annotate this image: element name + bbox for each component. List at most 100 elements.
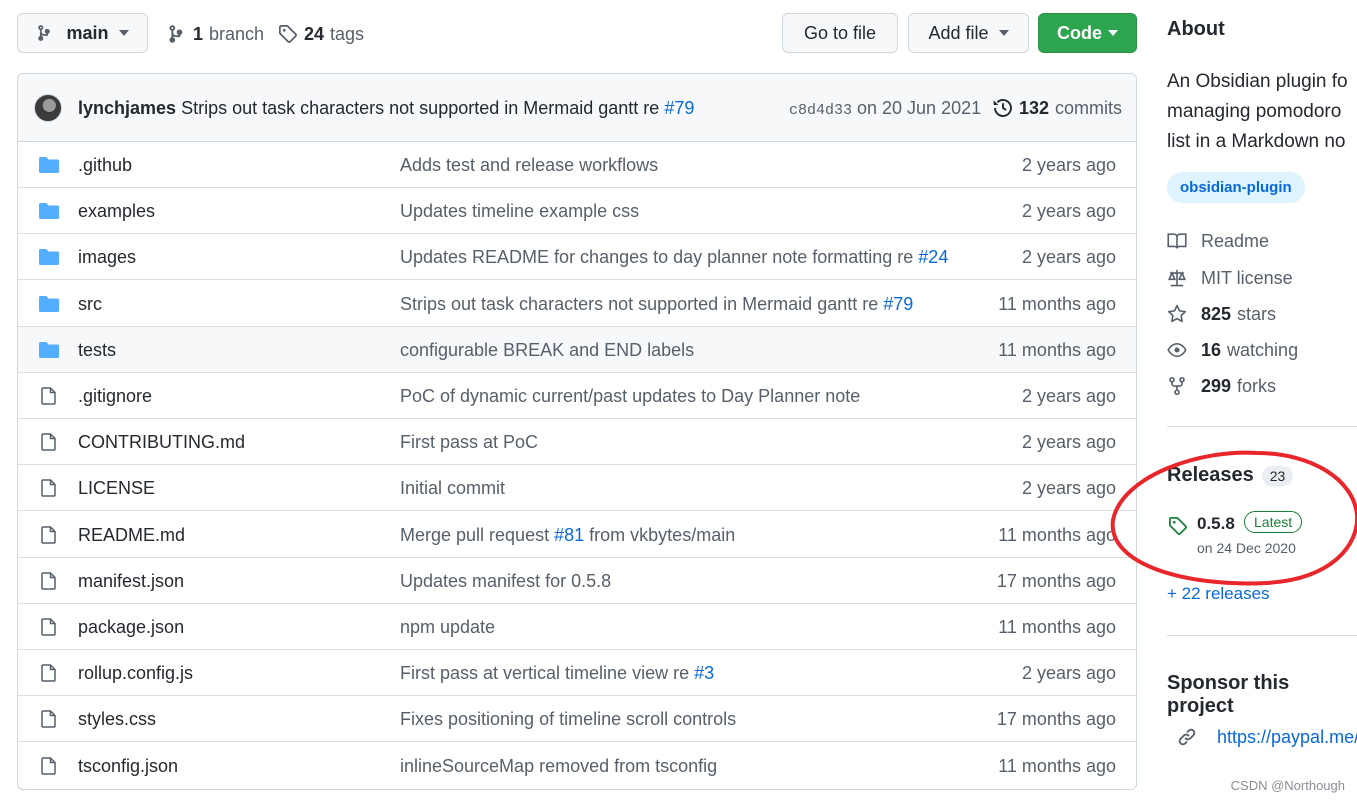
commit-message-text[interactable]: First pass at vertical timeline view re (400, 663, 689, 683)
commit-message[interactable]: Strips out task characters not supported… (400, 294, 913, 315)
commit-message[interactable]: First pass at PoC (400, 432, 538, 453)
commit-message-text[interactable]: Merge pull request (400, 525, 549, 545)
commit-message[interactable]: Updates README for changes to day planne… (400, 247, 948, 268)
file-row[interactable]: styles.css Fixes positioning of timeline … (18, 696, 1136, 743)
commit-message-text[interactable]: First pass at PoC (400, 432, 538, 452)
file-icon (41, 710, 56, 729)
file-row[interactable]: package.json npm update 11 months ago (18, 604, 1136, 650)
tags-link[interactable]: 24 tags (278, 22, 364, 46)
sponsor-link[interactable]: https://paypal.me/ (1217, 727, 1357, 748)
commit-message-text[interactable]: inlineSourceMap removed from tsconfig (400, 756, 717, 776)
commit-message[interactable]: configurable BREAK and END labels (400, 340, 694, 361)
tags-label: tags (330, 23, 365, 44)
commit-message[interactable]: npm update (400, 617, 495, 638)
file-row[interactable]: manifest.json Updates manifest for 0.5.8 1… (18, 558, 1136, 604)
branches-label: branch (209, 23, 265, 44)
commit-age: 2 years ago (1021, 201, 1116, 222)
file-row[interactable]: images Updates README for changes to day … (18, 234, 1136, 281)
file-name[interactable]: .gitignore (78, 386, 152, 407)
commit-message-text[interactable]: Fixes positioning of timeline scroll con… (400, 709, 736, 729)
file-name[interactable]: styles.css (78, 709, 156, 730)
book-icon (1167, 233, 1187, 249)
commit-message[interactable]: Updates manifest for 0.5.8 (400, 571, 611, 592)
commits-link[interactable]: 132 commits (992, 96, 1122, 120)
file-name[interactable]: LICENSE (78, 478, 155, 499)
go-to-file-button[interactable]: Go to file (782, 13, 898, 53)
branch-select-button[interactable]: main (17, 13, 148, 53)
git-branch-icon (169, 25, 183, 43)
stars-link[interactable]: 825 stars (1167, 302, 1276, 326)
file-name[interactable]: tsconfig.json (78, 756, 178, 777)
file-row[interactable]: src Strips out task characters not suppor… (18, 281, 1136, 327)
file-name[interactable]: examples (78, 201, 155, 222)
commit-message[interactable]: Strips out task characters not supported… (181, 98, 659, 118)
issue-link[interactable]: #81 (554, 525, 584, 545)
commit-sha[interactable]: c8d4d33 (789, 102, 852, 119)
file-row[interactable]: LICENSE Initial commit 2 years ago (18, 465, 1136, 512)
file-row[interactable]: tests configurable BREAK and END labels 11… (18, 326, 1136, 373)
issue-link[interactable]: #24 (918, 247, 948, 267)
commit-message[interactable]: PoC of dynamic current/past updates to D… (400, 386, 860, 407)
avatar[interactable] (34, 94, 62, 122)
commit-message[interactable]: inlineSourceMap removed from tsconfig (400, 756, 717, 777)
file-name[interactable]: .github (78, 155, 132, 176)
issue-link[interactable]: #79 (883, 294, 913, 314)
file-name[interactable]: tests (78, 340, 116, 361)
commit-age: 17 months ago (996, 709, 1116, 730)
file-row[interactable]: rollup.config.js First pass at vertical t… (18, 650, 1136, 697)
commit-author[interactable]: lynchjames (78, 98, 176, 118)
file-name[interactable]: rollup.config.js (78, 663, 193, 684)
commit-message[interactable]: Adds test and release workflows (400, 155, 658, 176)
readme-link[interactable]: Readme (1167, 229, 1269, 253)
commit-message[interactable]: Updates timeline example css (400, 201, 639, 222)
commit-message[interactable]: Initial commit (400, 478, 505, 499)
commit-message-text[interactable]: Updates README for changes to day planne… (400, 247, 913, 267)
file-name[interactable]: package.json (78, 617, 184, 638)
file-name[interactable]: manifest.json (78, 571, 184, 592)
file-row[interactable]: .github Adds test and release workflows 2 … (18, 142, 1136, 188)
eye-icon (1167, 342, 1187, 358)
code-button[interactable]: Code (1038, 13, 1137, 53)
commit-message-text[interactable]: Strips out task characters not supported… (400, 294, 878, 314)
commit-message-text[interactable]: Adds test and release workflows (400, 155, 658, 175)
file-row[interactable]: .gitignore PoC of dynamic current/past up… (18, 373, 1136, 419)
commit-age: 2 years ago (1021, 432, 1116, 453)
issue-link[interactable]: #3 (694, 663, 714, 683)
file-icon (41, 433, 56, 451)
file-row[interactable]: CONTRIBUTING.md First pass at PoC 2 years … (18, 419, 1136, 466)
add-file-button[interactable]: Add file (908, 13, 1029, 53)
description-line: managing pomodoro (1167, 101, 1342, 122)
watching-label: watching (1227, 339, 1299, 360)
commit-age: 2 years ago (1021, 663, 1116, 684)
file-row[interactable]: README.md Merge pull request #81 from vkb… (18, 512, 1136, 558)
file-name[interactable]: src (78, 294, 102, 315)
commit-message-text[interactable]: Updates timeline example css (400, 201, 639, 221)
commit-message-text[interactable]: PoC of dynamic current/past updates to D… (400, 386, 860, 406)
topic-tag[interactable]: obsidian-plugin (1167, 172, 1305, 203)
watermark: CSDN @Northough (1230, 778, 1345, 793)
forks-link[interactable]: 299 forks (1167, 374, 1276, 398)
star-icon (1167, 304, 1187, 323)
file-icon (41, 618, 56, 636)
commit-message-text[interactable]: configurable BREAK and END labels (400, 340, 694, 360)
commit-message-suffix[interactable]: from vkbytes/main (589, 525, 735, 545)
file-name[interactable]: images (78, 247, 136, 268)
file-name[interactable]: README.md (78, 525, 185, 546)
go-to-file-label: Go to file (803, 22, 877, 43)
file-row[interactable]: tsconfig.json inlineSourceMap removed fro… (18, 743, 1136, 789)
about-description: An Obsidian plugin fo managing pomodoro … (1167, 67, 1348, 157)
branches-link[interactable]: 1 branch (167, 22, 264, 46)
commit-issue-link[interactable]: #79 (664, 98, 694, 118)
commit-message-text[interactable]: Updates manifest for 0.5.8 (400, 571, 611, 591)
license-link[interactable]: MIT license (1167, 266, 1293, 290)
commit-message-text[interactable]: npm update (400, 617, 495, 637)
commit-message[interactable]: First pass at vertical timeline view re … (400, 663, 714, 684)
commit-message[interactable]: Merge pull request #81 from vkbytes/main (400, 525, 735, 546)
stars-count: 825 (1201, 303, 1232, 324)
watching-link[interactable]: 16 watching (1167, 338, 1298, 362)
file-name[interactable]: CONTRIBUTING.md (78, 432, 245, 453)
file-row[interactable]: examples Updates timeline example css 2 ye… (18, 188, 1136, 235)
commit-message-text[interactable]: Initial commit (400, 478, 505, 498)
commit-message[interactable]: Fixes positioning of timeline scroll con… (400, 709, 736, 730)
description-line: list in a Markdown no (1167, 131, 1346, 152)
